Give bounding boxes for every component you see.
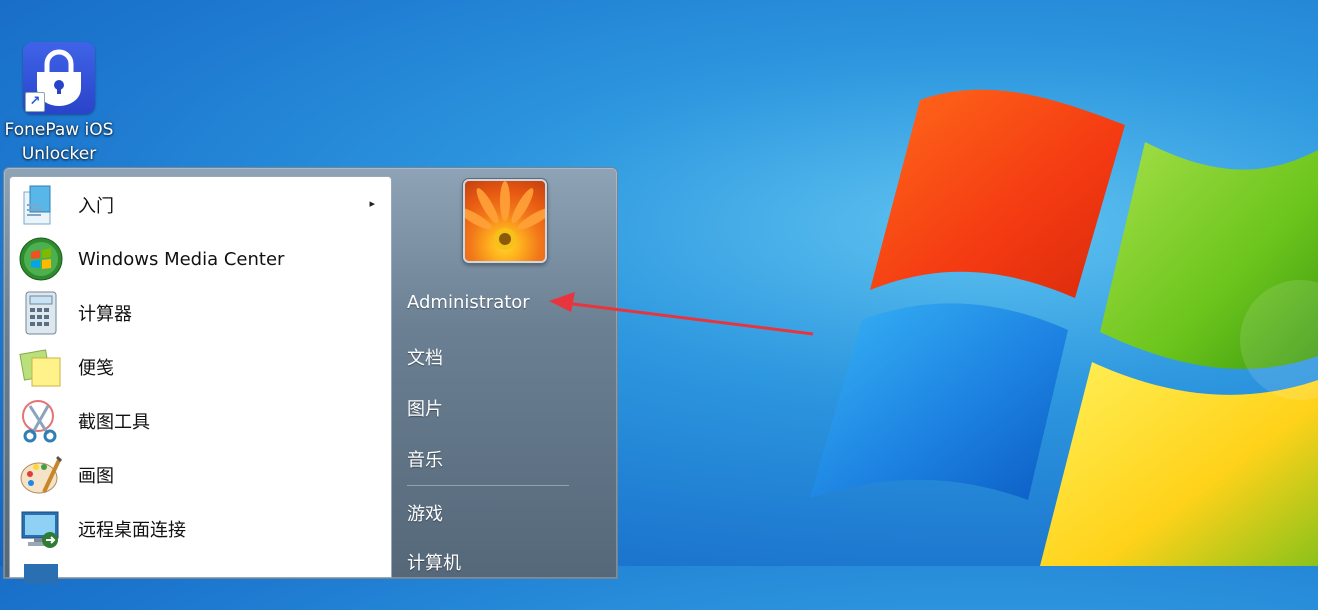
- program-label: 计算器: [78, 304, 132, 325]
- program-item-remote-desktop[interactable]: 远程桌面连接: [10, 503, 391, 555]
- program-item-calculator[interactable]: 计算器: [10, 287, 391, 339]
- start-menu: 入门 ▸ Windows Media Center 计算器 便笺 截图工具 画图…: [3, 167, 618, 584]
- pictures-link[interactable]: 图片: [407, 395, 443, 421]
- fonepaw-lock-icon: ↗: [23, 42, 95, 114]
- program-item-sticky-notes[interactable]: 便笺: [10, 341, 391, 393]
- program-item-windows-media-center[interactable]: Windows Media Center: [10, 233, 391, 285]
- program-item-snipping-tool[interactable]: 截图工具: [10, 395, 391, 447]
- program-label: 便笺: [78, 358, 114, 379]
- windows-logo-wallpaper: [810, 89, 1318, 566]
- paint-icon: [18, 452, 64, 498]
- start-menu-programs-pane: 入门 ▸ Windows Media Center 计算器 便笺 截图工具 画图…: [9, 176, 392, 584]
- games-link[interactable]: 游戏: [407, 500, 443, 526]
- desktop-icon-fonepaw[interactable]: ↗ FonePaw iOS Unlocker: [0, 42, 118, 166]
- program-label: Windows Media Center: [78, 248, 285, 270]
- calculator-icon: [18, 290, 64, 336]
- annotation-arrow: [549, 292, 814, 336]
- user-name-link[interactable]: Administrator: [407, 292, 530, 313]
- program-item-paint[interactable]: 画图: [10, 449, 391, 501]
- program-label: 画图: [78, 466, 114, 487]
- documents-link[interactable]: 文档: [407, 344, 443, 370]
- program-label: 截图工具: [78, 412, 150, 433]
- sticky-notes-icon: [18, 344, 64, 390]
- music-link[interactable]: 音乐: [407, 446, 443, 472]
- snipping-tool-icon: [18, 398, 64, 444]
- start-menu-places-pane: Administrator 文档 图片 音乐 游戏 计算机: [392, 168, 617, 578]
- remote-desktop-icon: [18, 506, 64, 552]
- submenu-arrow-icon: ▸: [369, 197, 375, 210]
- getting-started-icon: [18, 182, 64, 228]
- logo-red-pane: [870, 89, 1125, 299]
- shortcut-arrow-icon: ↗: [25, 92, 45, 112]
- program-item-getting-started[interactable]: 入门 ▸: [10, 179, 391, 231]
- menu-divider: [407, 485, 569, 486]
- logo-blue-pane: [810, 303, 1068, 500]
- computer-link[interactable]: 计算机: [407, 549, 461, 575]
- user-avatar[interactable]: [463, 179, 547, 263]
- program-item-partial[interactable]: [10, 557, 391, 609]
- program-partial-icon: [18, 560, 64, 606]
- program-label: 入门: [78, 196, 114, 217]
- desktop-icon-label: FonePaw iOS Unlocker: [4, 120, 114, 164]
- program-label: 远程桌面连接: [78, 520, 186, 541]
- windows-media-center-icon: [18, 236, 64, 282]
